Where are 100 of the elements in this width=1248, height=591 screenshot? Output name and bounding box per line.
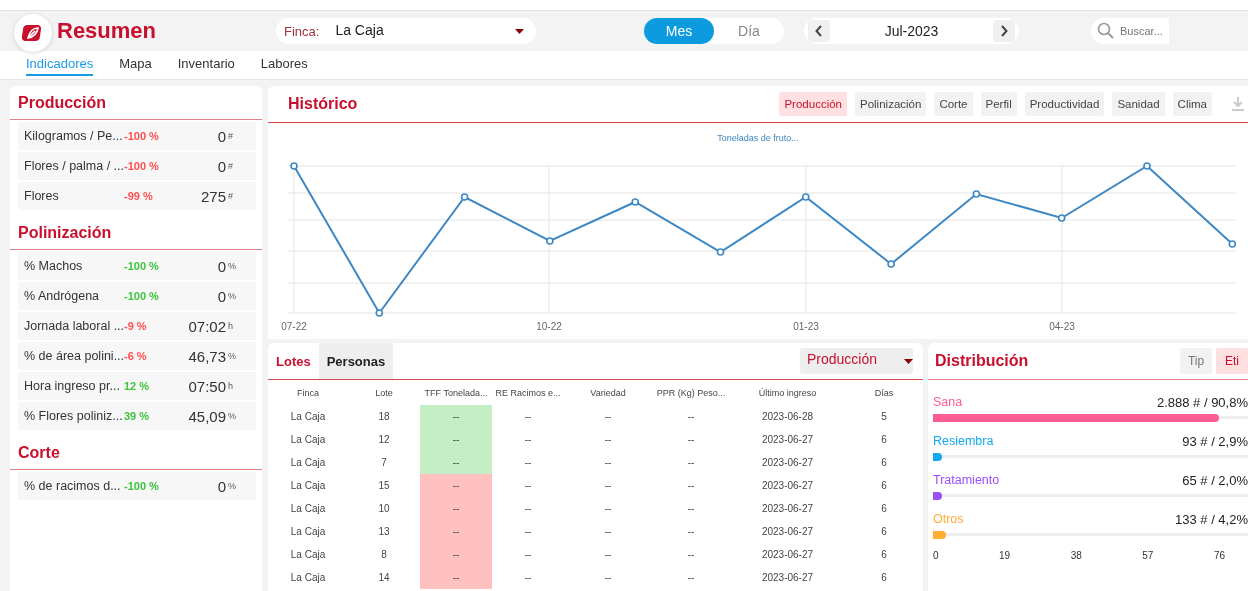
category-button[interactable]: Productividad	[1024, 92, 1105, 116]
table-cell-text: 6	[880, 479, 888, 493]
caret-icon	[904, 358, 913, 364]
previous-button[interactable]	[808, 20, 830, 42]
nav-tab[interactable]: Labores	[260, 51, 308, 76]
data-point	[631, 198, 639, 206]
indicator-value: 0	[217, 257, 226, 275]
table-cell-text: 6	[880, 525, 888, 539]
table-cell: --	[492, 474, 564, 497]
category-reading: 93 # / 2,9%	[1182, 433, 1248, 449]
data-point	[1057, 214, 1066, 222]
table-cell-text: --	[603, 502, 613, 516]
category-button[interactable]: Producción	[779, 92, 847, 116]
table-cell-text: --	[603, 525, 613, 539]
table-cell: --	[492, 520, 564, 543]
table-cell: --	[492, 451, 564, 474]
table-cell: --	[492, 497, 564, 520]
table-cell: --	[492, 428, 564, 451]
data-point	[460, 193, 469, 201]
category-button[interactable]: Corte	[934, 92, 973, 116]
category-label: Otros	[933, 512, 964, 526]
section-title: Corte	[10, 438, 262, 470]
category-button[interactable]: Polinización	[855, 92, 927, 116]
column-header[interactable]: Variedad	[564, 380, 652, 405]
indicator-value: 45,09	[188, 407, 226, 425]
indicator-label: % de racimos d...	[24, 479, 122, 493]
indicator-label: Hora ingreso pr...	[24, 379, 121, 393]
next-button[interactable]	[993, 20, 1015, 42]
nav-tab[interactable]: Mapa	[119, 51, 152, 76]
column-header[interactable]: Días	[845, 380, 923, 405]
date-label: Jul-2023	[884, 23, 939, 39]
axis-label: 38	[1070, 550, 1082, 561]
indicator-change: 39 %	[124, 410, 150, 422]
indicator-change: -9 %	[124, 320, 147, 332]
column-header[interactable]: PPR (Kg) Peso...	[652, 380, 730, 405]
indicator-label: % Andrógena	[24, 289, 101, 303]
table-cell-text: La Caja	[289, 502, 327, 516]
table-cell-text: 6	[880, 456, 888, 470]
table-cell: --	[420, 543, 492, 566]
data-point	[716, 248, 725, 256]
nav-tab[interactable]: Inventario	[177, 51, 235, 76]
column-header[interactable]: Último ingreso	[730, 380, 845, 405]
indicator-unit: #	[228, 131, 234, 141]
indicator-change: -6 %	[124, 350, 147, 362]
table-cell-text: La Caja	[289, 479, 327, 493]
category-label: Resiembra	[933, 434, 994, 448]
indicator-value: 275	[200, 187, 226, 205]
metric-dropdown[interactable]: Producción	[800, 348, 913, 374]
category-button[interactable]: Perfil	[980, 92, 1017, 116]
table-cell-text: 6	[880, 502, 888, 516]
table-cell-text: --	[686, 571, 696, 585]
column-header[interactable]: Finca	[268, 380, 348, 405]
table-cell-text: --	[686, 410, 696, 424]
indicator-value: 0	[217, 157, 226, 175]
section-title: Polinización	[10, 218, 262, 250]
view-button[interactable]: Tip	[1180, 348, 1212, 374]
indicator-value: 0	[217, 287, 226, 305]
category-button[interactable]: Clima	[1172, 92, 1212, 116]
table-cell-text: --	[603, 479, 613, 493]
table-cell: --	[420, 405, 492, 428]
table-cell: 18	[348, 405, 420, 428]
table-cell-text: --	[603, 433, 613, 447]
indicator-change: -100 %	[124, 290, 159, 302]
table-cell: --	[492, 566, 564, 589]
indicator-unit: %	[228, 261, 237, 271]
finca-select[interactable]: Finca: La Caja	[276, 18, 536, 44]
table-cell-text: 6	[880, 571, 888, 585]
table-cell: --	[420, 451, 492, 474]
caret-icon	[515, 28, 524, 34]
table-cell-text: --	[686, 456, 696, 470]
table-cell-text: La Caja	[289, 433, 327, 447]
period-toggle[interactable]: Día	[714, 18, 784, 44]
column-header[interactable]: Lote	[348, 380, 420, 405]
table-cell-text: --	[686, 548, 696, 562]
table-tab[interactable]: Personas	[318, 343, 394, 379]
indicator-unit: %	[228, 411, 237, 421]
data-point	[290, 162, 298, 170]
table-cell-text: --	[686, 433, 696, 447]
table-cell-text: 2023-06-27	[760, 456, 815, 470]
category-reading: 133 # / 4,2%	[1175, 511, 1248, 527]
axis-label: 07-22	[281, 321, 307, 332]
indicator-value: 46,73	[188, 347, 226, 365]
indicator-label: % Machos	[24, 259, 84, 273]
chevron-right-icon	[1000, 25, 1008, 37]
data-point	[887, 260, 895, 268]
table-cell-text: 2023-06-27	[760, 548, 815, 562]
table-cell-text: 2023-06-28	[760, 410, 815, 424]
column-header[interactable]: TFF Tonelada...	[420, 380, 492, 405]
indicator-change: -100 %	[124, 160, 159, 172]
column-header[interactable]: RE Racimos e...	[492, 380, 564, 405]
indicator-value: 0	[217, 477, 226, 495]
search-field[interactable]: Buscar...	[1091, 18, 1169, 44]
data-point	[1143, 162, 1151, 170]
view-button[interactable]: Eti	[1216, 348, 1248, 374]
indicator-change: 12 %	[124, 380, 150, 392]
category-button[interactable]: Sanidad	[1112, 92, 1165, 116]
table-cell-text: 2023-06-27	[760, 502, 815, 516]
table-cell-text: 6	[880, 548, 888, 562]
table-cell: 7	[348, 451, 420, 474]
table-cell-text: La Caja	[289, 571, 327, 585]
